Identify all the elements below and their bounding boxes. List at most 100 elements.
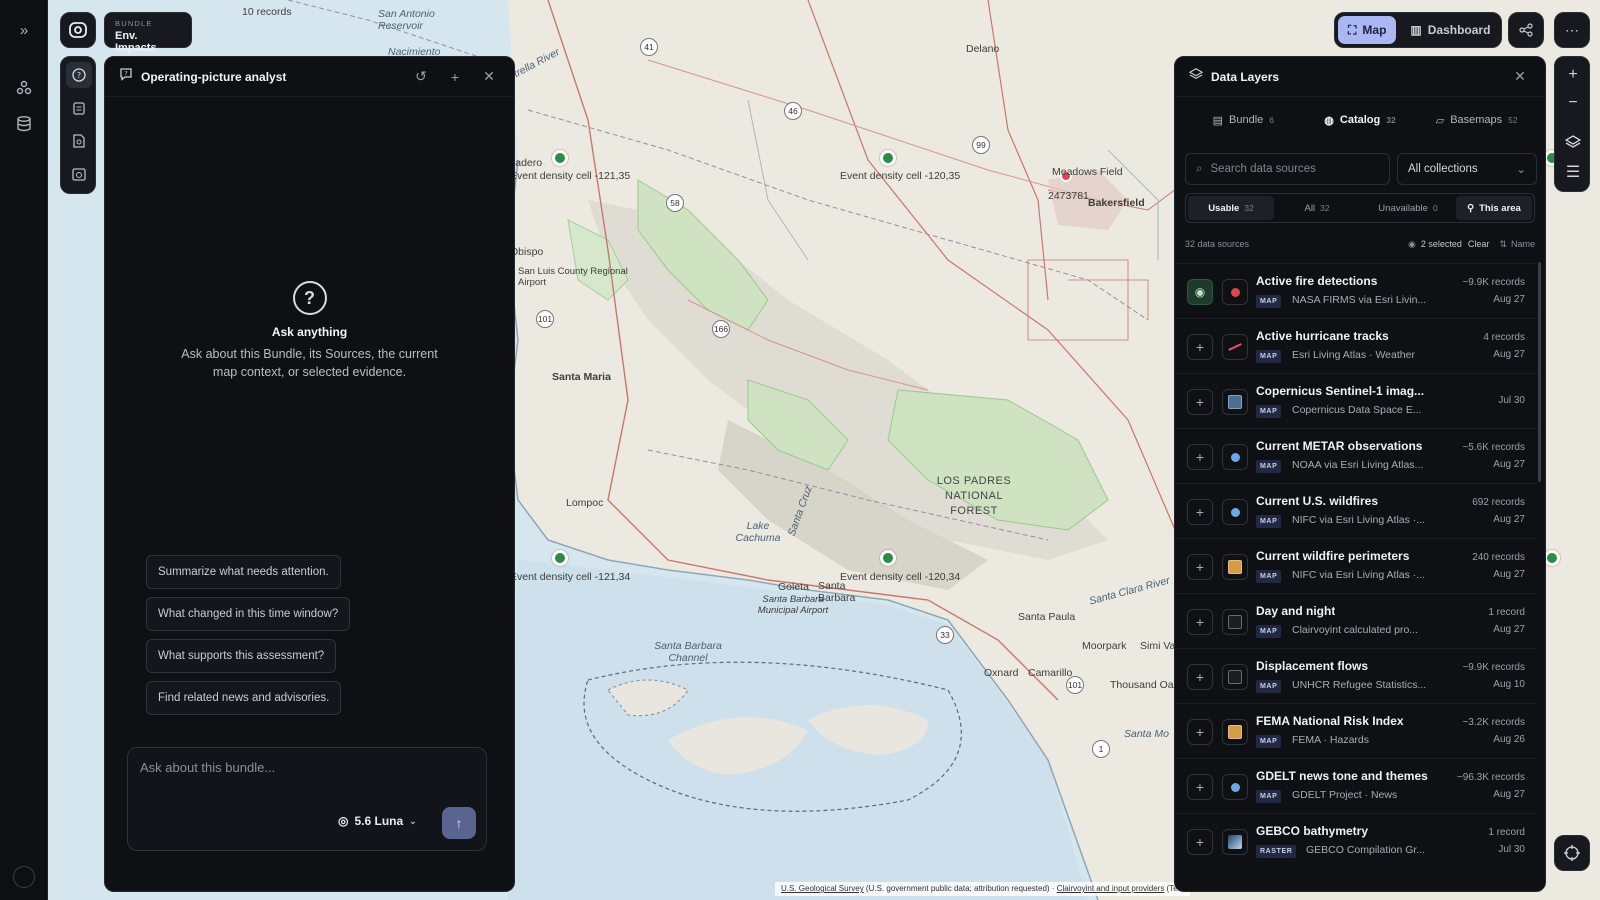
map-view-button[interactable]: ⛶ Map [1338, 16, 1397, 44]
search-placeholder: Search data sources [1210, 163, 1316, 175]
dashboard-view-button[interactable]: ▥ Dashboard [1400, 16, 1500, 44]
analyst-chat-icon[interactable]: ? [66, 62, 92, 88]
layer-row[interactable]: + GEBCO bathymetry RASTER GEBCO Compilation… [1175, 813, 1537, 868]
layer-date: Aug 27 [1493, 624, 1525, 635]
file-search-icon[interactable] [66, 128, 92, 154]
share-icon[interactable] [1508, 12, 1544, 48]
filter-all[interactable]: All 32 [1274, 196, 1360, 220]
new-chat-plus-icon[interactable]: + [444, 66, 466, 88]
calendar-clock-icon[interactable] [66, 161, 92, 187]
send-button[interactable]: ↑ [442, 807, 476, 839]
tab-basemaps[interactable]: ▱ Basemaps 52 [1418, 105, 1535, 135]
tab-catalog[interactable]: ◍ Catalog 32 [1302, 105, 1419, 135]
add-layer-plus-icon[interactable]: + [1187, 554, 1213, 580]
layer-row[interactable]: ◉ Active fire detections MAP NASA FIRMS via… [1175, 263, 1537, 318]
expand-chevrons-icon[interactable]: » [12, 18, 36, 42]
layer-swatch-icon [1222, 774, 1248, 800]
map-label-santa-paula: Santa Paula [1018, 611, 1076, 623]
suggestion-chip[interactable]: What changed in this time window? [146, 597, 351, 631]
layer-row[interactable]: + FEMA National Risk Index MAP FEMA · Hazar… [1175, 703, 1537, 758]
event-density-cell[interactable] [1544, 550, 1560, 566]
filter-count: 32 [1320, 203, 1330, 213]
map-view-label: Map [1362, 23, 1387, 37]
zoom-out-icon[interactable]: − [1560, 90, 1586, 116]
sort-by-name-button[interactable]: Name [1511, 239, 1535, 249]
map-label-delano: Delano [966, 43, 1000, 55]
layers-icon[interactable] [1560, 129, 1586, 155]
add-layer-plus-icon[interactable]: + [1187, 774, 1213, 800]
zoom-in-icon[interactable]: + [1560, 62, 1586, 88]
event-density-cell[interactable] [552, 150, 568, 166]
composer-input[interactable]: Ask about this bundle... [140, 760, 275, 775]
bundle-selector[interactable]: BUNDLE Env. Impacts [104, 12, 192, 54]
map-label-moorpark: Moorpark [1082, 640, 1127, 652]
add-layer-plus-icon[interactable]: + [1187, 719, 1213, 745]
status-icon[interactable] [13, 866, 35, 888]
layer-row[interactable]: + Current wildfire perimeters MAP NIFC via … [1175, 538, 1537, 593]
tab-bundle[interactable]: ▤ Bundle 6 [1185, 105, 1302, 135]
layer-row[interactable]: + Displacement flows MAP UNHCR Refugee Stat… [1175, 648, 1537, 703]
layer-swatch-icon [1222, 664, 1248, 690]
add-layer-plus-icon[interactable]: + [1187, 334, 1213, 360]
chevron-down-icon: ⌄ [409, 815, 417, 826]
layer-type-badge: MAP [1256, 460, 1282, 473]
map-label-slo-airport: San Luis County Regional Airport [518, 266, 628, 288]
more-options-icon[interactable]: ⋯ [1554, 12, 1590, 48]
legend-list-icon[interactable]: ☰ [1560, 159, 1586, 185]
model-selector[interactable]: ◎ 5.6 Luna ⌄ [338, 814, 417, 828]
add-layer-plus-icon[interactable]: + [1187, 444, 1213, 470]
filter-unavailable[interactable]: Unavailable 0 [1360, 196, 1456, 220]
collections-dropdown[interactable]: All collections ⌄ [1397, 153, 1537, 185]
filter-usable[interactable]: Usable 32 [1188, 196, 1274, 220]
add-layer-plus-icon[interactable]: + [1187, 499, 1213, 525]
chevron-down-icon: ⌄ [1516, 164, 1526, 176]
dashboard-view-label: Dashboard [1427, 23, 1491, 37]
network-icon[interactable] [12, 76, 36, 100]
archive-icon: ▤ [1212, 114, 1224, 127]
suggestion-chip[interactable]: Summarize what needs attention. [146, 555, 341, 589]
question-bubble-icon: ? [292, 281, 327, 315]
event-density-cell[interactable] [880, 150, 896, 166]
close-icon[interactable]: ✕ [478, 66, 500, 88]
history-icon[interactable]: ↺ [410, 66, 432, 88]
filter-this-area[interactable]: ⚲ This area [1456, 196, 1532, 220]
left-rail: » [0, 0, 48, 900]
svg-text:?: ? [77, 71, 81, 80]
highway-shield: 1 [1092, 740, 1110, 758]
clear-selection-button[interactable]: Clear [1468, 239, 1490, 249]
event-density-cell[interactable] [552, 550, 568, 566]
layer-date: Aug 26 [1493, 734, 1525, 745]
catalog-icon: ◍ [1324, 114, 1334, 127]
chat-composer[interactable]: Ask about this bundle... ◎ 5.6 Luna ⌄ ↑ [127, 747, 487, 851]
close-icon[interactable]: ✕ [1509, 66, 1531, 88]
add-layer-plus-icon[interactable]: + [1187, 389, 1213, 415]
list-meta: 32 data sources ◉ 2 selected Clear ⇅ Nam… [1185, 237, 1535, 251]
attribution-usgs-link[interactable]: U.S. Geological Survey [781, 884, 864, 893]
layer-row[interactable]: + Day and night MAP Clairvoyint calculated … [1175, 593, 1537, 648]
analyst-chat-icon: ? [119, 67, 133, 86]
layer-date: Aug 27 [1493, 514, 1525, 525]
app-logo-icon[interactable] [60, 12, 96, 48]
layer-row[interactable]: + Current METAR observations MAP NOAA via E… [1175, 428, 1537, 483]
suggestion-chip[interactable]: Find related news and advisories. [146, 681, 342, 715]
search-input[interactable]: ⌕ Search data sources [1185, 153, 1390, 185]
layer-swatch-icon [1222, 554, 1248, 580]
add-layer-plus-icon[interactable]: + [1187, 609, 1213, 635]
layer-row[interactable]: + GDELT news tone and themes MAP GDELT Proj… [1175, 758, 1537, 813]
layer-list-scrollbar[interactable] [1538, 262, 1541, 482]
empty-state-title: Ask anything [271, 325, 348, 339]
add-layer-plus-icon[interactable]: + [1187, 664, 1213, 690]
clipboard-icon[interactable] [66, 95, 92, 121]
locate-crosshair-icon[interactable] [1554, 835, 1590, 871]
event-density-cell[interactable] [880, 550, 896, 566]
add-layer-plus-icon[interactable]: + [1187, 829, 1213, 855]
data-layers-title: Data Layers [1211, 69, 1280, 84]
suggestion-chip[interactable]: What supports this assessment? [146, 639, 337, 673]
layer-row[interactable]: + Copernicus Sentinel-1 imag... MAP Coperni… [1175, 373, 1537, 428]
visible-eye-icon[interactable]: ◉ [1187, 279, 1213, 305]
layer-row[interactable]: + Active hurricane tracks MAP Esri Living A… [1175, 318, 1537, 373]
layer-row[interactable]: + Current U.S. wildfires MAP NIFC via Esri … [1175, 483, 1537, 538]
database-icon[interactable] [12, 112, 36, 136]
model-icon: ◎ [338, 814, 349, 828]
attribution-providers-link[interactable]: Clairvoyint and input providers [1057, 884, 1165, 893]
